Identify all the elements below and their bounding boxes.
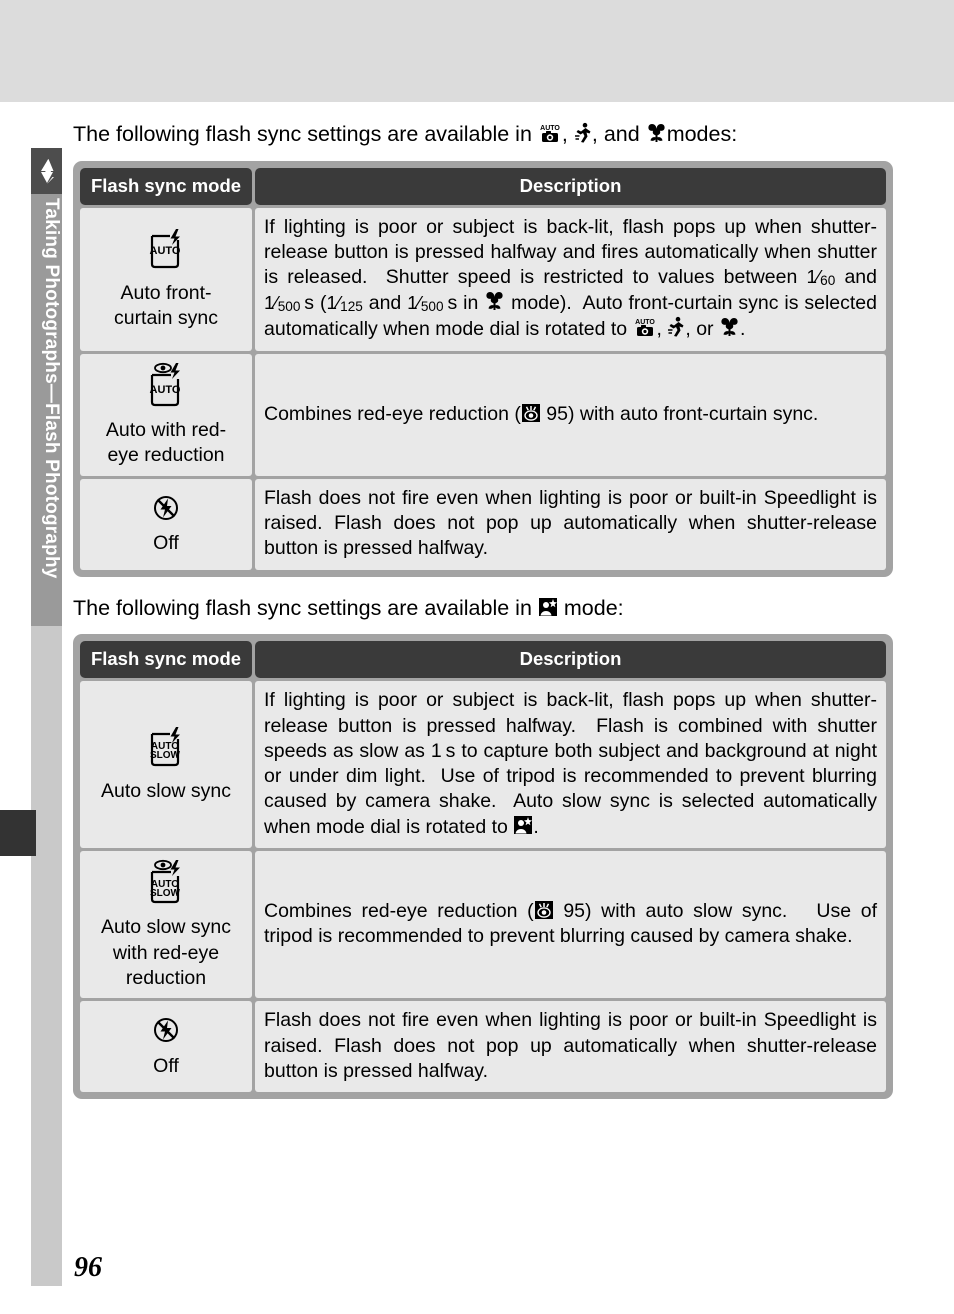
sidebar-tab-label: Taking Photographs—Flash Photography	[31, 194, 62, 626]
flash-bolt-icon	[40, 159, 54, 184]
section1-intro-text-after: modes:	[666, 122, 738, 146]
shutter-speed-1-60: 1⁄60	[806, 267, 836, 289]
table1-row1-label-line1: Auto front-	[120, 281, 212, 304]
macro-flower-icon	[646, 123, 667, 143]
table-header-row: Flash sync mode Description	[80, 641, 886, 679]
flash-sync-table-2-wrapper: Flash sync mode Description AUTO SLOW Au…	[73, 634, 893, 1100]
table2-row1-label: Auto slow sync	[100, 779, 232, 802]
table1-row3-mode: Off	[80, 478, 252, 570]
auto-red-eye-flash-icon: AUTO	[86, 362, 246, 416]
section2-intro: The following flash sync settings are av…	[73, 595, 893, 622]
svg-text:AUTO: AUTO	[540, 125, 560, 132]
section1-intro-sep1: ,	[561, 122, 568, 146]
table2-row2-label-line1: Auto slow sync	[100, 916, 232, 939]
page-top-band	[0, 0, 954, 102]
night-portrait-icon	[538, 597, 558, 617]
svg-text:SLOW: SLOW	[150, 888, 181, 899]
table-row: Off Flash does not fire even when lighti…	[80, 478, 886, 570]
table-row: AUTO SLOW Auto slow sync If lighting is …	[80, 681, 886, 848]
sidebar-rail	[31, 626, 62, 1286]
section1-intro-sep2: , and	[591, 122, 640, 146]
table1-row2-label-line1: Auto with red-	[105, 419, 227, 442]
page-number: 96	[74, 1252, 102, 1283]
auto-camera-icon: AUTO	[538, 123, 562, 143]
svg-text:AUTO: AUTO	[635, 319, 655, 326]
shutter-speed-1-500b: 1⁄500	[407, 292, 444, 314]
table2-row3-mode: Off	[80, 1001, 252, 1093]
svg-text:AUTO: AUTO	[150, 384, 181, 396]
table1-row2-mode: AUTO Auto with red- eye reduction	[80, 353, 252, 476]
table2-row3-label: Off	[153, 1054, 179, 1077]
table2-header-description: Description	[255, 641, 886, 679]
page-content: The following flash sync settings are av…	[73, 102, 893, 1100]
section1-intro: The following flash sync settings are av…	[73, 121, 893, 148]
sidebar-flash-tab-icon[interactable]	[31, 148, 62, 194]
table-row: AUTO SLOW Auto slow sync with red-eye re…	[80, 850, 886, 999]
section1-intro-text-before: The following flash sync settings are av…	[73, 122, 532, 146]
flash-off-icon	[86, 1015, 246, 1051]
table2-row3-description: Flash does not fire even when lighting i…	[255, 1001, 886, 1093]
table2-row2-description: Combines red-eye reduction ( 95) with au…	[255, 850, 886, 999]
table2-row1-mode: AUTO SLOW Auto slow sync	[80, 681, 252, 848]
shutter-speed-1-125: 1⁄125	[326, 292, 363, 314]
table1-row1-label-line2: curtain sync	[113, 306, 219, 329]
table1-row1-mode: AUTO Auto front- curtain sync	[80, 207, 252, 351]
section2-intro-text-after: mode:	[563, 595, 624, 620]
svg-text:SLOW: SLOW	[150, 750, 181, 761]
table1-row1-description: If lighting is poor or subject is back-l…	[255, 207, 886, 351]
flash-sync-table-1: Flash sync mode Description AUTO Auto fr…	[77, 165, 889, 573]
night-portrait-icon	[513, 815, 533, 835]
table1-row3-label: Off	[153, 532, 179, 555]
table2-header-mode: Flash sync mode	[80, 641, 252, 679]
auto-slow-sync-flash-icon: AUTO SLOW	[86, 726, 246, 776]
table1-row3-description: Flash does not fire even when lighting i…	[255, 478, 886, 570]
macro-flower-icon	[484, 291, 505, 311]
auto-front-curtain-flash-icon: AUTO	[86, 228, 246, 278]
auto-slow-sync-red-eye-flash-icon: AUTO SLOW	[86, 859, 246, 913]
table1-row2-description: Combines red-eye reduction ( 95) with au…	[255, 353, 886, 476]
page-reference-icon	[534, 900, 554, 920]
table1-header-description: Description	[255, 167, 886, 205]
sports-runner-icon	[667, 316, 685, 337]
table-row: Off Flash does not fire even when lighti…	[80, 1001, 886, 1093]
table1-header-mode: Flash sync mode	[80, 167, 252, 205]
section2-intro-text-before: The following flash sync settings are av…	[73, 595, 532, 620]
shutter-speed-1-500: 1⁄500	[264, 292, 301, 314]
table1-row2-label-line2: eye reduction	[107, 444, 225, 467]
svg-text:AUTO: AUTO	[150, 245, 181, 257]
page-reference-icon	[521, 403, 541, 423]
auto-camera-icon: AUTO	[633, 317, 657, 337]
table-header-row: Flash sync mode Description	[80, 167, 886, 205]
table2-row2-label-line2: with red-eye	[112, 941, 220, 964]
macro-flower-icon	[719, 317, 740, 337]
table2-row2-label-line3: reduction	[125, 967, 207, 990]
flash-off-icon	[86, 493, 246, 529]
flash-sync-table-2: Flash sync mode Description AUTO SLOW Au…	[77, 638, 889, 1095]
table-row: AUTO Auto with red- eye reduction Combin…	[80, 353, 886, 476]
table-row: AUTO Auto front- curtain sync If lightin…	[80, 207, 886, 351]
flash-sync-table-1-wrapper: Flash sync mode Description AUTO Auto fr…	[73, 160, 893, 577]
sports-runner-icon	[574, 122, 592, 143]
table2-row2-mode: AUTO SLOW Auto slow sync with red-eye re…	[80, 850, 252, 999]
sidebar-edge-marker	[0, 810, 36, 856]
table2-row1-description: If lighting is poor or subject is back-l…	[255, 681, 886, 848]
